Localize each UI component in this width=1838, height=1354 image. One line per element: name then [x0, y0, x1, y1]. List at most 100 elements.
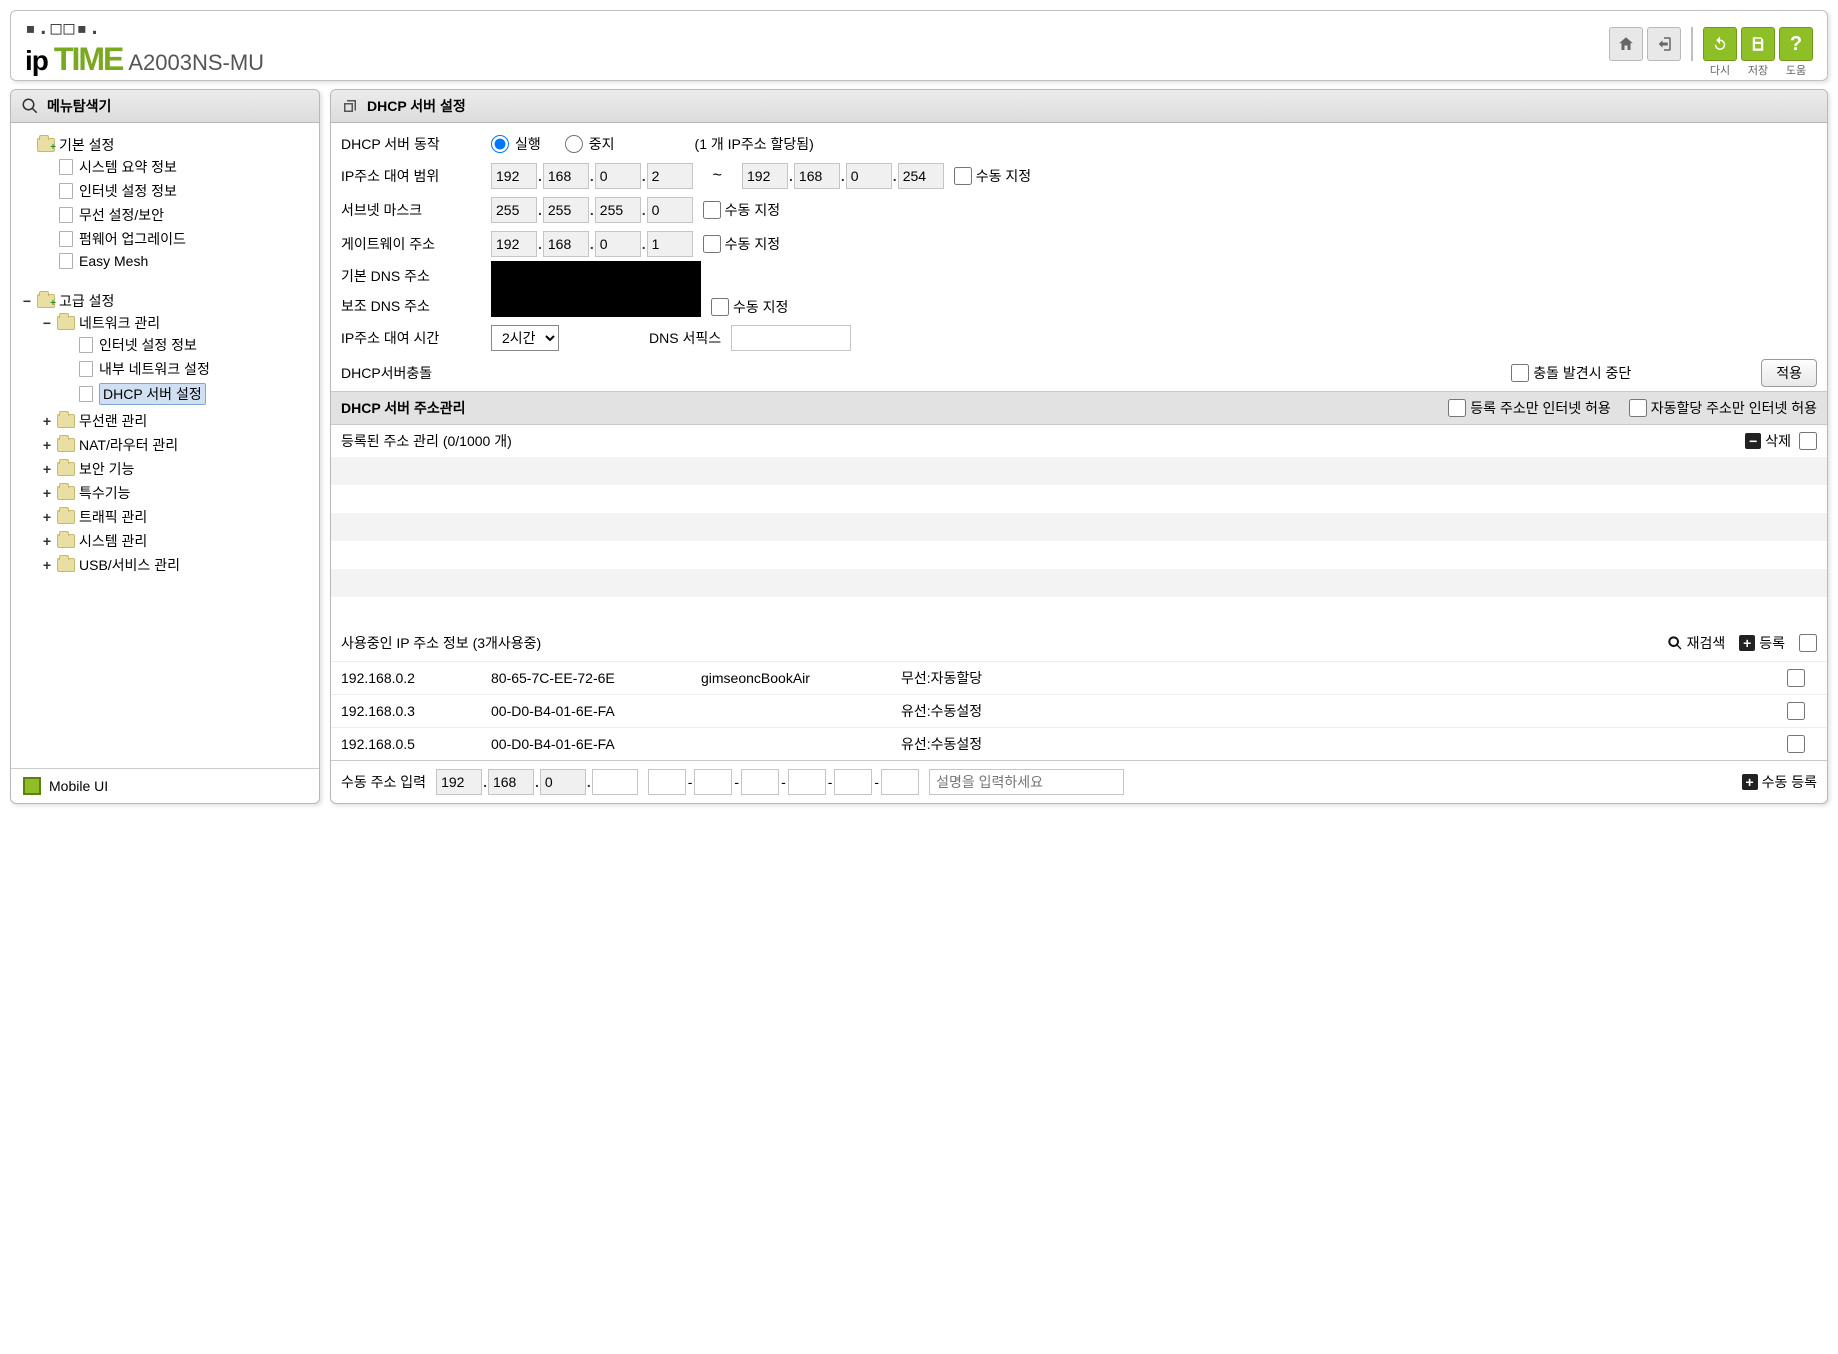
ip-octet-input[interactable] [436, 769, 482, 795]
separator [1691, 27, 1693, 61]
registered-list-header: 등록된 주소 관리 (0/1000 개) −삭제 [331, 425, 1827, 457]
ip-octet-input[interactable] [898, 163, 944, 189]
sidebar-title: 메뉴탐색기 [47, 96, 111, 116]
label-dns1: 기본 DNS 주소 [341, 266, 481, 286]
nav-basic-settings[interactable]: 기본 설정 [21, 135, 313, 155]
nav-network-mgmt[interactable]: − 네트워크 관리 [41, 313, 313, 333]
register-button[interactable]: +등록 [1739, 633, 1785, 653]
nav-label: USB/서비스 관리 [79, 555, 180, 575]
chk-manual-gateway[interactable]: 수동 지정 [703, 234, 780, 254]
expand-icon: + [41, 509, 53, 525]
page-icon [57, 159, 75, 175]
label-lease: IP주소 대여 시간 [341, 328, 481, 348]
radio-run[interactable]: 실행 [491, 134, 541, 154]
nav-item[interactable]: 인터넷 설정 정보 [41, 181, 313, 201]
ip-octet-input[interactable] [595, 163, 641, 189]
nav-item[interactable]: 무선 설정/보안 [41, 205, 313, 225]
nav-item[interactable]: 내부 네트워크 설정 [61, 359, 313, 379]
nav-advanced-settings[interactable]: − 고급 설정 [21, 291, 313, 311]
ip-octet-input[interactable] [647, 197, 693, 223]
logout-button[interactable] [1647, 27, 1681, 61]
nav-item[interactable]: +트래픽 관리 [41, 507, 313, 527]
nav-item[interactable]: +특수기능 [41, 483, 313, 503]
dns-suffix-input[interactable] [731, 325, 851, 351]
ip-octet-input[interactable] [543, 231, 589, 257]
radio-run-input[interactable] [491, 135, 509, 153]
help-label: 도움 [1786, 62, 1806, 78]
mac-octet-input[interactable] [834, 769, 872, 795]
mac-octet-input[interactable] [741, 769, 779, 795]
logout-icon [1655, 35, 1673, 53]
nav-item[interactable]: 인터넷 설정 정보 [61, 335, 313, 355]
chk-conflict-stop[interactable]: 충돌 발견시 중단 [1511, 363, 1631, 383]
radio-stop[interactable]: 중지 [565, 134, 615, 154]
ip-octet-input[interactable] [540, 769, 586, 795]
nav-item[interactable]: +시스템 관리 [41, 531, 313, 551]
nav-label: 무선 설정/보안 [79, 205, 164, 225]
delete-all-checkbox[interactable] [1799, 432, 1817, 450]
client-ip: 192.168.0.5 [341, 736, 491, 752]
client-row: 192.168.0.500-D0-B4-01-6E-FA유선:수동설정 [331, 727, 1827, 760]
ip-octet-input[interactable] [595, 231, 641, 257]
client-checkbox[interactable] [1787, 702, 1805, 720]
ip-octet-input[interactable] [543, 163, 589, 189]
nav-item[interactable]: Easy Mesh [41, 253, 313, 269]
nav-item[interactable]: DHCP 서버 설정 [61, 383, 313, 405]
radio-stop-input[interactable] [565, 135, 583, 153]
register-all-checkbox[interactable] [1799, 634, 1817, 652]
nav-item[interactable]: +NAT/라우터 관리 [41, 435, 313, 455]
ip-octet-input[interactable] [491, 197, 537, 223]
home-button[interactable] [1609, 27, 1643, 61]
client-checkbox[interactable] [1787, 669, 1805, 687]
ip-octet-input[interactable] [543, 197, 589, 223]
mac-octet-input[interactable] [648, 769, 686, 795]
help-button[interactable]: ? [1779, 27, 1813, 61]
nav-label: 네트워크 관리 [79, 313, 160, 333]
collapse-icon: − [41, 315, 53, 331]
client-type: 유선:수동설정 [901, 701, 1101, 721]
mac-octet-input[interactable] [788, 769, 826, 795]
nav-item[interactable]: 펌웨어 업그레이드 [41, 229, 313, 249]
expand-icon: + [41, 533, 53, 549]
brand-ip: ip [25, 45, 48, 77]
ip-octet-input[interactable] [592, 769, 638, 795]
mac-octet-input[interactable] [881, 769, 919, 795]
minus-icon: − [1745, 433, 1761, 449]
nav-item[interactable]: +USB/서비스 관리 [41, 555, 313, 575]
ip-octet-input[interactable] [595, 197, 641, 223]
refresh-button[interactable] [1703, 27, 1737, 61]
folder-icon [37, 137, 55, 153]
chk-manual-subnet[interactable]: 수동 지정 [703, 200, 780, 220]
ip-octet-input[interactable] [488, 769, 534, 795]
chk-manual-dns[interactable]: 수동 지정 [711, 297, 788, 317]
manual-register-button[interactable]: +수동 등록 [1742, 772, 1817, 792]
mobile-ui-link[interactable]: Mobile UI [49, 778, 108, 794]
collapse-icon: − [21, 293, 33, 309]
ip-octet-input[interactable] [742, 163, 788, 189]
folder-icon [57, 533, 75, 549]
ip-octet-input[interactable] [846, 163, 892, 189]
nav-item[interactable]: +무선랜 관리 [41, 411, 313, 431]
delete-button[interactable]: −삭제 [1745, 431, 1791, 451]
rescan-button[interactable]: 재검색 [1667, 633, 1726, 653]
chk-only-auto[interactable]: 자동할당 주소만 인터넷 허용 [1629, 398, 1817, 418]
ip-octet-input[interactable] [647, 231, 693, 257]
refresh-label: 다시 [1710, 62, 1730, 78]
page-icon [77, 361, 95, 377]
nav-label: 인터넷 설정 정보 [79, 181, 177, 201]
client-checkbox[interactable] [1787, 735, 1805, 753]
chk-manual-range[interactable]: 수동 지정 [954, 166, 1031, 186]
ip-octet-input[interactable] [794, 163, 840, 189]
logo-decoration: ▪.□□▪. [25, 18, 264, 39]
save-button[interactable] [1741, 27, 1775, 61]
apply-button[interactable]: 적용 [1761, 359, 1817, 387]
ip-octet-input[interactable] [491, 231, 537, 257]
desc-input[interactable] [929, 769, 1124, 795]
mac-octet-input[interactable] [694, 769, 732, 795]
ip-octet-input[interactable] [491, 163, 537, 189]
lease-select[interactable]: 2시간 [491, 325, 559, 351]
chk-only-registered[interactable]: 등록 주소만 인터넷 허용 [1448, 398, 1610, 418]
ip-octet-input[interactable] [647, 163, 693, 189]
nav-item[interactable]: +보안 기능 [41, 459, 313, 479]
nav-item[interactable]: 시스템 요약 정보 [41, 157, 313, 177]
